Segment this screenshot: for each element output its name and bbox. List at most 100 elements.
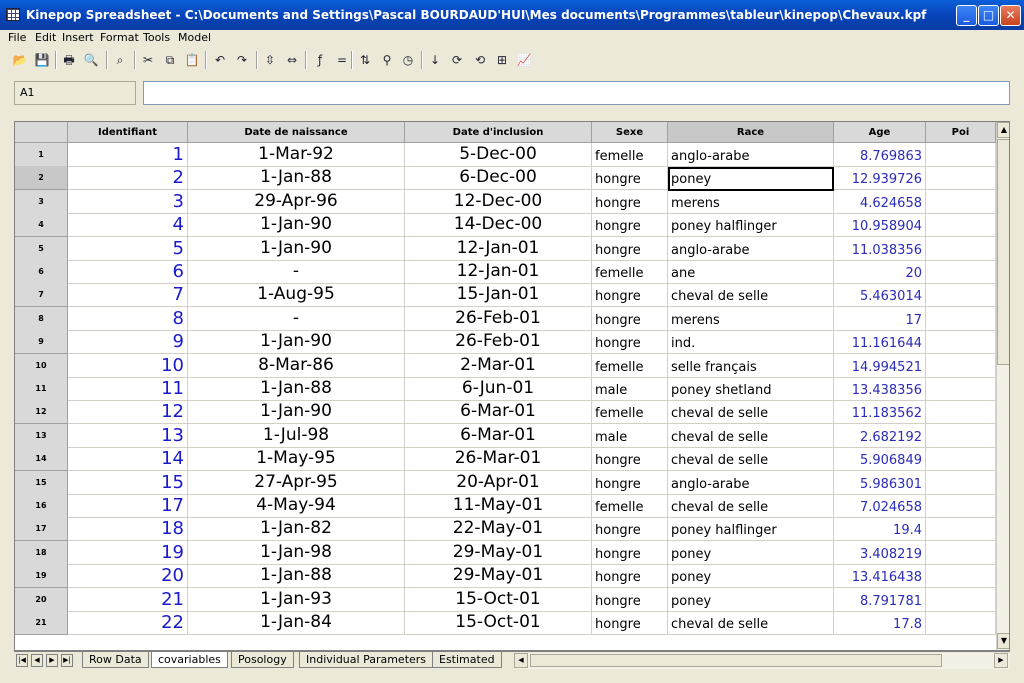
menu-insert[interactable]: Insert xyxy=(62,31,94,44)
cell-poids[interactable] xyxy=(926,330,996,354)
cell-identifiant[interactable]: 2 xyxy=(68,166,188,190)
cell-poids[interactable] xyxy=(926,237,996,261)
column-header-identifiant[interactable]: Identifiant xyxy=(68,122,188,143)
row-header[interactable]: 4 xyxy=(15,213,68,237)
cell-identifiant[interactable]: 5 xyxy=(68,237,188,261)
cell-date-naissance[interactable]: 1-Jan-93 xyxy=(188,588,405,612)
row-header[interactable]: 3 xyxy=(15,190,68,214)
row-header[interactable]: 11 xyxy=(15,377,68,401)
cell-poids[interactable] xyxy=(926,471,996,495)
cell-date-inclusion[interactable]: 6-Mar-01 xyxy=(405,424,592,448)
last-sheet-button[interactable]: ▶| xyxy=(61,654,73,667)
cell-identifiant[interactable]: 20 xyxy=(68,564,188,588)
cell-identifiant[interactable]: 9 xyxy=(68,330,188,354)
cell-age[interactable]: 19.4 xyxy=(834,517,926,541)
cell-age[interactable]: 8.791781 xyxy=(834,588,926,612)
cell-identifiant[interactable]: 13 xyxy=(68,424,188,448)
cell-sexe[interactable]: femelle xyxy=(592,260,668,284)
print-preview-icon[interactable]: 🔍 xyxy=(81,50,101,70)
sheet-tab-estimated[interactable]: Estimated xyxy=(432,652,502,668)
horizontal-scroll-thumb[interactable] xyxy=(530,654,942,667)
cell-date-naissance[interactable]: 29-Apr-96 xyxy=(188,190,405,214)
cell-race[interactable]: anglo-arabe xyxy=(668,237,834,261)
cell-race[interactable]: poney halflinger xyxy=(668,517,834,541)
cut-icon[interactable]: ✂ xyxy=(138,50,158,70)
cell-age[interactable]: 13.438356 xyxy=(834,377,926,401)
cell-age[interactable]: 14.994521 xyxy=(834,354,926,378)
cell-sexe[interactable]: male xyxy=(592,377,668,401)
print-icon[interactable]: 🖶 xyxy=(59,50,79,70)
scroll-right-button[interactable]: ▶ xyxy=(994,653,1008,668)
cell-date-naissance[interactable]: 1-May-95 xyxy=(188,447,405,471)
cell-identifiant[interactable]: 11 xyxy=(68,377,188,401)
cell-identifiant[interactable]: 22 xyxy=(68,611,188,635)
cell-age[interactable]: 10.958904 xyxy=(834,213,926,237)
function-icon[interactable]: ƒ xyxy=(310,50,330,70)
first-sheet-button[interactable]: |◀ xyxy=(16,654,28,667)
cell-date-inclusion[interactable]: 15-Oct-01 xyxy=(405,588,592,612)
cell-date-naissance[interactable]: - xyxy=(188,307,405,331)
cell-identifiant[interactable]: 15 xyxy=(68,471,188,495)
column-header-sexe[interactable]: Sexe xyxy=(592,122,668,143)
menu-tools[interactable]: Tools xyxy=(143,31,170,44)
sheet-tab-covariables[interactable]: covariables xyxy=(151,652,228,668)
cell-date-inclusion[interactable]: 14-Dec-00 xyxy=(405,213,592,237)
cell-age[interactable]: 5.906849 xyxy=(834,447,926,471)
close-button[interactable]: ✕ xyxy=(1000,5,1021,26)
cell-date-naissance[interactable]: 1-Jan-88 xyxy=(188,564,405,588)
cell-race[interactable]: cheval de selle xyxy=(668,494,834,518)
cell-sexe[interactable]: hongre xyxy=(592,237,668,261)
cell-identifiant[interactable]: 8 xyxy=(68,307,188,331)
formula-input[interactable] xyxy=(143,81,1010,105)
cell-date-naissance[interactable]: 1-Jan-88 xyxy=(188,377,405,401)
row-header[interactable]: 21 xyxy=(15,611,68,635)
undo-icon[interactable]: ↶ xyxy=(210,50,230,70)
row-header[interactable]: 12 xyxy=(15,400,68,424)
cell-sexe[interactable]: femelle xyxy=(592,400,668,424)
cell-poids[interactable] xyxy=(926,143,996,167)
cell-sexe[interactable]: hongre xyxy=(592,330,668,354)
cell-race[interactable]: cheval de selle xyxy=(668,283,834,307)
cell-poids[interactable] xyxy=(926,588,996,612)
cell-race[interactable]: poney xyxy=(668,541,834,565)
cell-date-naissance[interactable]: 1-Jan-98 xyxy=(188,541,405,565)
row-header[interactable]: 2 xyxy=(15,166,68,190)
cell-identifiant[interactable]: 3 xyxy=(68,190,188,214)
row-header[interactable]: 10 xyxy=(15,354,68,378)
cell-poids[interactable] xyxy=(926,213,996,237)
row-header[interactable]: 20 xyxy=(15,588,68,612)
cell-sexe[interactable]: hongre xyxy=(592,166,668,190)
cell-date-inclusion[interactable]: 6-Dec-00 xyxy=(405,166,592,190)
cell-date-naissance[interactable]: 1-Aug-95 xyxy=(188,283,405,307)
next-sheet-button[interactable]: ▶ xyxy=(46,654,58,667)
cell-date-inclusion[interactable]: 26-Mar-01 xyxy=(405,447,592,471)
cell-date-inclusion[interactable]: 29-May-01 xyxy=(405,541,592,565)
cell-poids[interactable] xyxy=(926,283,996,307)
cell-race[interactable]: selle français xyxy=(668,354,834,378)
cell-sexe[interactable]: male xyxy=(592,424,668,448)
cell-poids[interactable] xyxy=(926,541,996,565)
copy-icon[interactable]: ⧉ xyxy=(160,50,180,70)
cell-poids[interactable] xyxy=(926,611,996,635)
cell-date-naissance[interactable]: 1-Jul-98 xyxy=(188,424,405,448)
cell-sexe[interactable]: hongre xyxy=(592,517,668,541)
cell-race[interactable]: ind. xyxy=(668,330,834,354)
sort-icon[interactable]: ⇅ xyxy=(355,50,375,70)
cell-identifiant[interactable]: 18 xyxy=(68,517,188,541)
vertical-scrollbar[interactable]: ▲ ▼ xyxy=(996,122,1009,650)
cell-date-naissance[interactable]: 1-Jan-90 xyxy=(188,400,405,424)
cell-race[interactable]: ane xyxy=(668,260,834,284)
row-header[interactable]: 18 xyxy=(15,541,68,565)
cell-race[interactable]: poney shetland xyxy=(668,377,834,401)
cell-date-inclusion[interactable]: 20-Apr-01 xyxy=(405,471,592,495)
cell-date-inclusion[interactable]: 6-Mar-01 xyxy=(405,400,592,424)
scroll-down-button[interactable]: ▼ xyxy=(997,633,1009,649)
cell-date-inclusion[interactable]: 5-Dec-00 xyxy=(405,143,592,167)
menu-model[interactable]: Model xyxy=(178,31,211,44)
cell-date-naissance[interactable]: 1-Jan-84 xyxy=(188,611,405,635)
cell-identifiant[interactable]: 14 xyxy=(68,447,188,471)
cell-date-inclusion[interactable]: 12-Jan-01 xyxy=(405,260,592,284)
cell-sexe[interactable]: hongre xyxy=(592,447,668,471)
cell-date-naissance[interactable]: 1-Jan-90 xyxy=(188,213,405,237)
cell-sexe[interactable]: hongre xyxy=(592,541,668,565)
